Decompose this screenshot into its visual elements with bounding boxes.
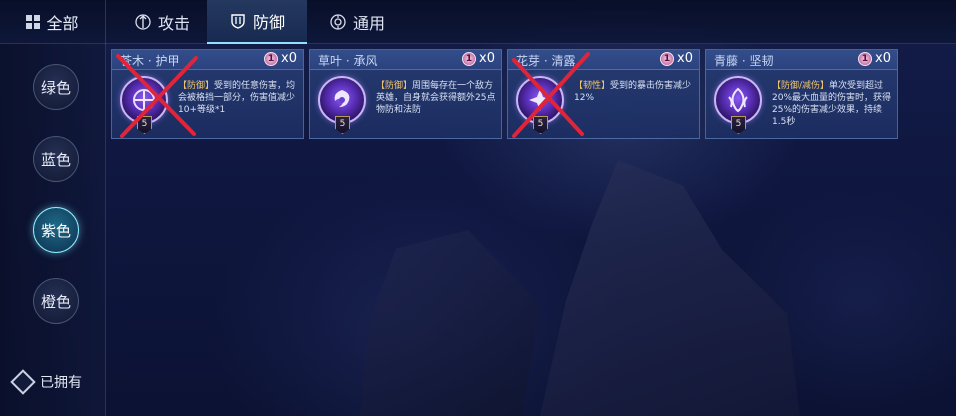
card-count: 1 x0 (462, 51, 495, 66)
card-header: 花芽 · 清露 1 x0 (508, 50, 699, 70)
card-description: 【防御】受到的任意伤害，均会被格挡一部分，伤害值减少10+等级*1 (178, 80, 300, 116)
filter-label: 橙色 (40, 292, 71, 311)
card-title: 草叶 · 承风 (318, 54, 378, 68)
card-count: 1 x0 (660, 51, 693, 66)
card-tag: 【防御/减伤】 (772, 81, 830, 91)
tab-defense[interactable]: 防御 (207, 0, 307, 44)
count-value: x0 (479, 51, 495, 66)
card-tag: 【防御】 (178, 81, 215, 91)
tab-attack-label: 攻击 (157, 14, 190, 33)
compass-icon (329, 13, 347, 31)
filter-blue-button[interactable]: 蓝色 (33, 136, 79, 182)
count-badge-icon: 1 (660, 51, 675, 66)
card-count: 1 x0 (858, 51, 891, 66)
sword-icon (134, 13, 152, 31)
rune-card[interactable]: 青藤 · 坚韧 1 x0 5 【防御/减伤】单次受到超过20%最大血量的伤害时，… (705, 49, 898, 139)
filter-label: 蓝色 (40, 150, 71, 169)
tab-all[interactable]: 全部 (0, 0, 106, 44)
level-badge: 5 (335, 116, 350, 134)
tab-defense-label: 防御 (252, 13, 285, 32)
shield-icon (229, 12, 247, 30)
card-title: 苍木 · 护甲 (120, 54, 180, 68)
card-title: 花芽 · 清露 (516, 54, 576, 68)
color-sidebar: 绿色 蓝色 紫色 橙色 已拥有 (0, 44, 106, 416)
card-header: 草叶 · 承风 1 x0 (310, 50, 501, 70)
count-badge-icon: 1 (858, 51, 873, 66)
rune-card[interactable]: 草叶 · 承风 1 x0 5 【防御】周围每存在一个敌方英雄，自身就会获得额外2… (309, 49, 502, 139)
count-value: x0 (281, 51, 297, 66)
tab-general-label: 通用 (352, 14, 385, 33)
card-description: 【韧性】受到的暴击伤害减少12% (574, 80, 696, 104)
top-tab-bar: 全部 攻击 防御 通用 (0, 0, 956, 44)
filter-orange-button[interactable]: 橙色 (33, 278, 79, 324)
level-badge: 5 (137, 116, 152, 134)
grid-icon (26, 15, 41, 29)
tab-general[interactable]: 通用 (307, 0, 407, 44)
rune-card[interactable]: 花芽 · 清露 1 x0 5 【韧性】受到的暴击伤害减少12% (507, 49, 700, 139)
card-count: 1 x0 (264, 51, 297, 66)
diamond-checkbox-icon (10, 369, 36, 395)
count-badge-icon: 1 (264, 51, 279, 66)
level-badge: 5 (731, 116, 746, 134)
card-header: 苍木 · 护甲 1 x0 (112, 50, 303, 70)
level-badge: 5 (533, 116, 548, 134)
count-badge-icon: 1 (462, 51, 477, 66)
card-tag: 【韧性】 (574, 81, 611, 91)
filter-label: 绿色 (40, 78, 71, 97)
card-tag: 【防御】 (376, 81, 413, 91)
card-description: 【防御】周围每存在一个敌方英雄，自身就会获得额外25点物防和法防 (376, 80, 498, 116)
owned-label: 已拥有 (40, 375, 82, 391)
card-header: 青藤 · 坚韧 1 x0 (706, 50, 897, 70)
owned-filter-toggle[interactable]: 已拥有 (10, 369, 82, 395)
filter-purple-button[interactable]: 紫色 (33, 207, 79, 253)
count-value: x0 (875, 51, 891, 66)
tab-all-label: 全部 (46, 14, 79, 33)
filter-green-button[interactable]: 绿色 (33, 64, 79, 110)
tab-attack[interactable]: 攻击 (112, 0, 212, 44)
card-title: 青藤 · 坚韧 (714, 54, 774, 68)
rune-card[interactable]: 苍木 · 护甲 1 x0 5 【防御】受到的任意伤害，均会被格挡一部分，伤害值减… (111, 49, 304, 139)
card-description: 【防御/减伤】单次受到超过20%最大血量的伤害时，获得25%的伤害减少效果，持续… (772, 80, 894, 128)
filter-label: 紫色 (40, 221, 71, 240)
count-value: x0 (677, 51, 693, 66)
